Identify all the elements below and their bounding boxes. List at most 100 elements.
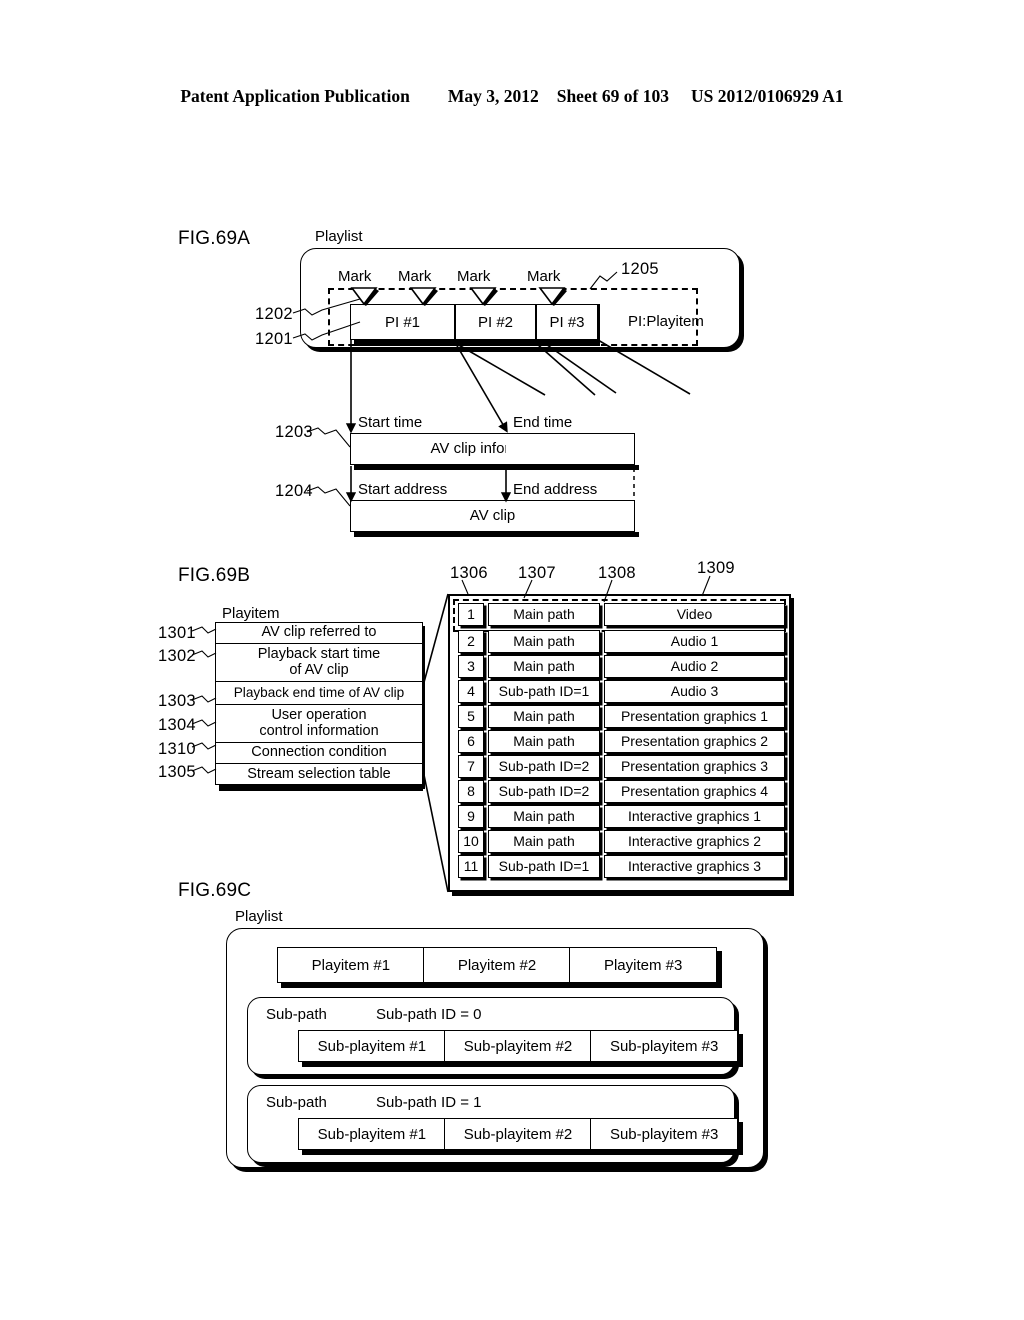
playitem-row-shadow-bottom	[281, 983, 721, 988]
figure-label-69a: FIG.69A	[178, 228, 251, 249]
subplayitem-row-0-shadow-right	[738, 1034, 743, 1067]
ref-1301: 1301	[158, 624, 196, 642]
playlist-caption-69a: Playlist	[315, 228, 363, 245]
stream-row-number: 9	[458, 805, 484, 828]
ref-1302: 1302	[158, 647, 196, 665]
playlist-container-69c: Playitem #1 Playitem #2 Playitem #3 Sub-…	[226, 928, 764, 1168]
subpath-id-1: Sub-path ID = 1	[376, 1094, 482, 1111]
mark-label-3: Mark	[457, 268, 491, 285]
stream-row-number: 6	[458, 730, 484, 753]
stream-table-row: 10 Main path Interactive graphics 2	[458, 830, 785, 853]
stream-row-stream: Interactive graphics 1	[604, 805, 785, 828]
ref-1202: 1202	[255, 305, 293, 323]
stream-row-stream: Audio 3	[604, 680, 785, 703]
figure-label-69b: FIG.69B	[178, 565, 251, 586]
playitem-caption-69b: Playitem	[222, 605, 280, 622]
stream-row-path: Sub-path ID=2	[488, 755, 600, 778]
stream-row-stream: Audio 2	[604, 655, 785, 678]
stream-row-stream: Audio 1	[604, 630, 785, 653]
stream-row-path: Sub-path ID=1	[488, 680, 600, 703]
subplayitem-cell-1-3: Sub-playitem #3	[590, 1118, 739, 1150]
figure-label-69c: FIG.69C	[178, 880, 252, 901]
subplayitem-row-1-shadow-bottom	[302, 1150, 742, 1155]
ref-1205: 1205	[621, 260, 659, 278]
start-address-label: Start address	[358, 481, 448, 498]
start-time-label: Start time	[358, 414, 423, 431]
stream-table-row: 5 Main path Presentation graphics 1	[458, 705, 785, 728]
ref-1306: 1306	[450, 564, 488, 582]
pi-row-shadow-bottom	[354, 340, 600, 346]
ref-1310: 1310	[158, 740, 196, 758]
stream-row-path: Sub-path ID=2	[488, 780, 600, 803]
playitem-field-1310: Connection condition	[216, 743, 422, 764]
stream-table-row: 11 Sub-path ID=1 Interactive graphics 3	[458, 855, 785, 878]
stream-row-number: 5	[458, 705, 484, 728]
stream-table-row: 3 Main path Audio 2	[458, 655, 785, 678]
stream-table-row: 8 Sub-path ID=2 Presentation graphics 4	[458, 780, 785, 803]
subplayitem-cell-1-2: Sub-playitem #2	[444, 1118, 592, 1150]
stream-row-stream: Interactive graphics 3	[604, 855, 785, 878]
playitem-box-2: PI #2	[455, 304, 536, 340]
playitem-box-1: PI #1	[350, 304, 455, 340]
stream-row-number: 8	[458, 780, 484, 803]
subplayitem-cell-0-2: Sub-playitem #2	[444, 1030, 592, 1062]
playitem-row: Playitem #1 Playitem #2 Playitem #3	[277, 947, 718, 983]
stream-row-path: Main path	[488, 730, 600, 753]
playitem-field-1301: AV clip referred to	[216, 623, 422, 644]
subplayitem-row-0: Sub-playitem #1 Sub-playitem #2 Sub-play…	[298, 1030, 739, 1062]
stream-row-path: Main path	[488, 630, 600, 653]
playitem-field-1302: Playback start time of AV clip	[216, 644, 422, 682]
stream-row-path: Main path	[488, 603, 600, 626]
subpath-title-0: Sub-path	[266, 1006, 327, 1023]
av-clip-box: AV clip	[350, 500, 635, 532]
stream-row-number: 7	[458, 755, 484, 778]
subpath-container-0: Sub-path Sub-path ID = 0 Sub-playitem #1…	[247, 997, 743, 1075]
ref-1304: 1304	[158, 716, 196, 734]
mark-label-4: Mark	[527, 268, 561, 285]
stream-row-path: Main path	[488, 830, 600, 853]
playlist-caption-69c: Playlist	[235, 908, 283, 925]
subplayitem-cell-1-1: Sub-playitem #1	[298, 1118, 446, 1150]
ref-1203: 1203	[275, 423, 313, 441]
pi-legend: PI:Playitem	[628, 313, 704, 330]
stream-row-number: 10	[458, 830, 484, 853]
av-clip-information-remainder	[506, 433, 635, 465]
subplayitem-cell-0-3: Sub-playitem #3	[590, 1030, 739, 1062]
ref-1309: 1309	[697, 559, 735, 577]
av-clip-shadow	[354, 532, 639, 537]
stream-row-stream: Presentation graphics 1	[604, 705, 785, 728]
stream-row-number: 11	[458, 855, 484, 878]
subpath-title-1: Sub-path	[266, 1094, 327, 1111]
stream-table-row: 4 Sub-path ID=1 Audio 3	[458, 680, 785, 703]
end-address-label: End address	[513, 481, 598, 498]
stream-row-path: Main path	[488, 655, 600, 678]
ref-1201: 1201	[255, 330, 293, 348]
ref-1305: 1305	[158, 763, 196, 781]
end-time-label: End time	[513, 414, 573, 431]
playitem-cell-2: Playitem #2	[423, 947, 571, 983]
playitem-box-3: PI #3	[536, 304, 598, 340]
stream-row-number: 4	[458, 680, 484, 703]
stream-row-stream: Presentation graphics 3	[604, 755, 785, 778]
patent-header: Patent Application Publication May 3, 20…	[0, 86, 1024, 107]
subpath-id-0: Sub-path ID = 0	[376, 1006, 482, 1023]
document-number: US 2012/0106929 A1	[691, 86, 844, 106]
playitem-cell-1: Playitem #1	[277, 947, 425, 983]
stream-row-number: 3	[458, 655, 484, 678]
stream-row-stream: Video	[604, 603, 785, 626]
ref-1303: 1303	[158, 692, 196, 710]
subplayitem-row-1-shadow-right	[738, 1122, 743, 1155]
playitem-row-shadow-right	[717, 951, 722, 988]
stream-table-row: 6 Main path Presentation graphics 2	[458, 730, 785, 753]
expansion-leaders-69b	[422, 593, 449, 893]
stream-row-path: Sub-path ID=1	[488, 855, 600, 878]
stream-row-number: 2	[458, 630, 484, 653]
subpath-container-1: Sub-path Sub-path ID = 1 Sub-playitem #1…	[247, 1085, 743, 1163]
ref-1308: 1308	[598, 564, 636, 582]
subplayitem-row-1: Sub-playitem #1 Sub-playitem #2 Sub-play…	[298, 1118, 739, 1150]
playitem-cell-3: Playitem #3	[569, 947, 718, 983]
playitem-field-1303: Playback end time of AV clip	[216, 682, 422, 705]
ref-1307: 1307	[518, 564, 556, 582]
playitem-field-1305: Stream selection table	[247, 766, 391, 783]
subplayitem-cell-0-1: Sub-playitem #1	[298, 1030, 446, 1062]
